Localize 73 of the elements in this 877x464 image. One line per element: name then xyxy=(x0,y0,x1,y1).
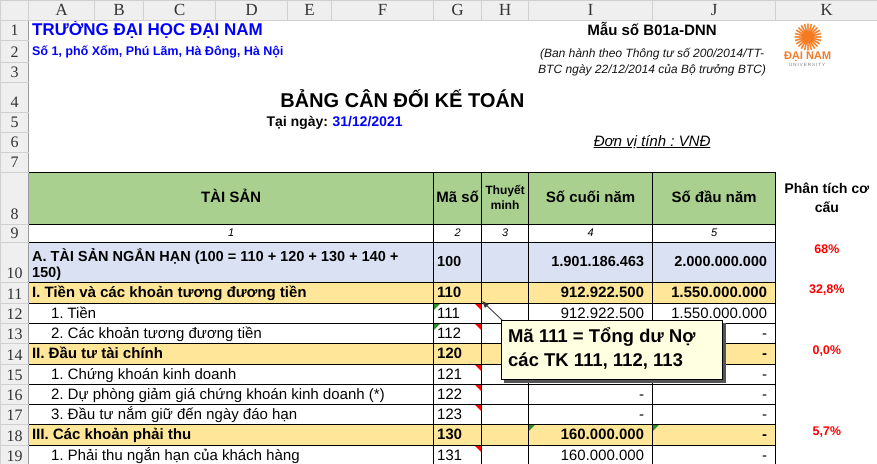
row-header[interactable]: 12 xyxy=(0,304,28,324)
issuance-note: (Ban hành theo Thông tư số 200/2014/TT-BTC ngày 22/12/2014 của Bộ trưởng BTC) xyxy=(537,45,767,78)
table-cell: 130 xyxy=(434,424,482,446)
column-heading: Thuyết minh xyxy=(482,172,528,224)
table-cell: 110 xyxy=(434,282,482,304)
form-number: Mẫu số B01a-DNN xyxy=(587,22,717,39)
table-cell: A. TÀI SẢN NGẮN HẠN (100 = 110 + 120 + 130 + 140 + 150) xyxy=(28,242,434,283)
school-address: Số 1, phố Xốm, Phú Lãm, Hà Đông, Hà Nội xyxy=(32,44,284,58)
row-header[interactable]: 2 xyxy=(0,40,28,62)
row-header[interactable]: 5 xyxy=(0,112,28,132)
table-cell: 912.922.500 xyxy=(528,282,652,304)
table-cell: - xyxy=(652,424,776,446)
comment-note: Mã 111 = Tổng dư Nợ các TK 111, 112, 113 xyxy=(501,320,723,380)
table-cell: II. Đầu tư tài chính xyxy=(28,344,434,365)
column-heading: TÀI SẢN xyxy=(28,172,434,224)
column-header[interactable]: J xyxy=(652,0,776,20)
row-header[interactable]: 18 xyxy=(0,424,28,446)
column-header[interactable]: A xyxy=(28,0,94,20)
column-header[interactable]: B xyxy=(94,0,144,20)
table-cell: 122 xyxy=(434,384,482,405)
row-header[interactable]: 8 xyxy=(0,172,28,224)
column-header[interactable]: G xyxy=(434,0,482,20)
school-name: TRƯỜNG ĐẠI HỌC ĐẠI NAM xyxy=(32,20,263,40)
column-header[interactable]: C xyxy=(144,0,216,20)
logo-name: ĐẠI NAM xyxy=(784,50,832,62)
row-header[interactable]: 1 xyxy=(0,20,28,40)
ratio-value: 5,7% xyxy=(812,424,842,440)
column-heading: Số cuối năm xyxy=(528,172,652,224)
row-header[interactable]: 4 xyxy=(0,82,28,112)
table-cell: I. Tiền và các khoản tương đương tiền xyxy=(28,282,434,304)
table-cell: 100 xyxy=(434,242,482,283)
leader-line xyxy=(482,301,504,322)
table-cell: 160.000.000 xyxy=(528,424,652,446)
report-date: 31/12/2021 xyxy=(332,113,402,130)
row-header[interactable]: 13 xyxy=(0,324,28,344)
column-header[interactable]: D xyxy=(216,0,288,20)
row-header[interactable]: 10 xyxy=(0,242,28,283)
row-header[interactable]: 19 xyxy=(0,446,28,464)
table-cell: 1. Tiền xyxy=(28,304,434,324)
table-cell: - xyxy=(652,384,776,405)
report-title: BẢNG CÂN ĐỐI KẾ TOÁN xyxy=(280,90,524,112)
row-header[interactable]: 17 xyxy=(0,404,28,425)
column-header[interactable]: I xyxy=(528,0,652,20)
date-label: Tại ngày: xyxy=(266,113,328,130)
row-header[interactable]: 6 xyxy=(0,132,28,152)
column-header[interactable]: K xyxy=(776,0,877,20)
table-cell: - xyxy=(528,384,652,405)
column-header[interactable]: H xyxy=(482,0,528,20)
table-cell: 2. Dự phòng giảm giá chứng khoán kinh doanh (*) xyxy=(28,384,434,405)
ratio-value: 0,0% xyxy=(812,344,842,359)
table-cell: 1. Chứng khoán kinh doanh xyxy=(28,364,434,385)
column-header[interactable]: E xyxy=(288,0,332,20)
table-cell: III. Các khoản phải thu xyxy=(28,424,434,446)
row-header[interactable]: 14 xyxy=(0,344,28,365)
row-header[interactable]: 7 xyxy=(0,152,28,172)
ratio-value: 68% xyxy=(813,242,840,258)
table-cell: 120 xyxy=(434,344,482,365)
row-header[interactable]: 3 xyxy=(0,62,28,82)
row-header[interactable]: 11 xyxy=(0,282,28,304)
table-cell: 1.550.000.000 xyxy=(652,282,776,304)
table-cell: 1.901.186.463 xyxy=(528,242,652,283)
row-header[interactable]: 16 xyxy=(0,384,28,405)
table-cell: 2.000.000.000 xyxy=(652,242,776,283)
table-cell: 121 xyxy=(434,364,482,385)
column-heading: Số đầu năm xyxy=(652,172,776,224)
row-header[interactable]: 9 xyxy=(0,224,28,243)
sunburst-logo-icon xyxy=(794,22,822,51)
row-header[interactable]: 15 xyxy=(0,364,28,385)
column-heading: Mã số xyxy=(434,172,482,224)
column-header[interactable]: F xyxy=(332,0,434,20)
column-heading: Phân tích cơ cấu xyxy=(776,172,877,224)
currency-unit: Đơn vị tính : VNĐ xyxy=(594,133,710,150)
ratio-value: 32,8% xyxy=(808,282,846,298)
